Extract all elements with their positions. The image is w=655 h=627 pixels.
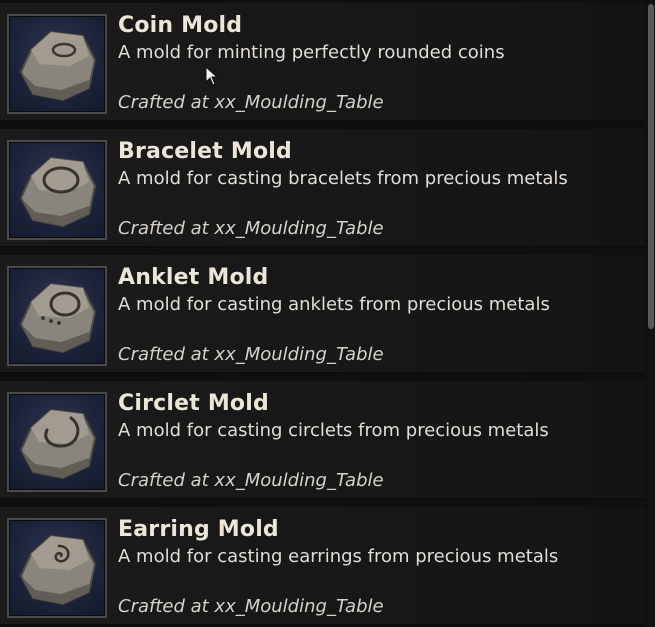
recipe-item-circlet-mold[interactable]: Circlet Mold A mold for casting circlets… (0, 381, 645, 499)
recipe-title: Coin Mold (118, 13, 243, 38)
recipe-description: A mold for casting bracelets from precio… (118, 168, 568, 189)
coin-mold-icon (7, 14, 107, 114)
recipe-title: Circlet Mold (118, 391, 269, 416)
mouse-cursor-icon (205, 66, 219, 86)
recipe-title: Bracelet Mold (118, 139, 292, 164)
earring-mold-icon (7, 518, 107, 618)
recipe-list-panel: Coin Mold A mold for minting perfectly r… (0, 0, 655, 627)
recipe-description: A mold for minting perfectly rounded coi… (118, 42, 505, 63)
recipe-title: Earring Mold (118, 517, 279, 542)
anklet-mold-icon (7, 266, 107, 366)
recipe-item-anklet-mold[interactable]: Anklet Mold A mold for casting anklets f… (0, 255, 645, 373)
recipe-crafted-at: Crafted at xx_Moulding_Table (118, 470, 384, 491)
recipe-title: Anklet Mold (118, 265, 269, 290)
recipe-description: A mold for casting circlets from preciou… (118, 420, 549, 441)
recipe-crafted-at: Crafted at xx_Moulding_Table (118, 92, 384, 113)
recipe-item-earring-mold[interactable]: Earring Mold A mold for casting earrings… (0, 507, 645, 625)
recipe-crafted-at: Crafted at xx_Moulding_Table (118, 596, 384, 617)
scrollbar-track[interactable] (647, 0, 655, 627)
recipe-item-coin-mold[interactable]: Coin Mold A mold for minting perfectly r… (0, 3, 645, 121)
recipe-item-bracelet-mold[interactable]: Bracelet Mold A mold for casting bracele… (0, 129, 645, 247)
recipe-description: A mold for casting earrings from preciou… (118, 546, 559, 567)
circlet-mold-icon (7, 392, 107, 492)
recipe-list: Coin Mold A mold for minting perfectly r… (0, 0, 645, 627)
recipe-crafted-at: Crafted at xx_Moulding_Table (118, 344, 384, 365)
bracelet-mold-icon (7, 140, 107, 240)
scrollbar-thumb[interactable] (648, 4, 654, 329)
recipe-description: A mold for casting anklets from precious… (118, 294, 550, 315)
recipe-crafted-at: Crafted at xx_Moulding_Table (118, 218, 384, 239)
